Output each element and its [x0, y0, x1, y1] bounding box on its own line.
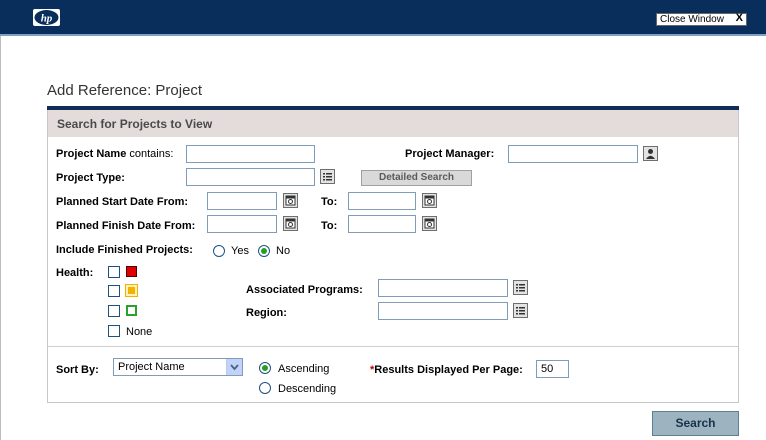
panel-header: Search for Projects to View	[47, 110, 739, 137]
include-finished-yes-radio[interactable]	[213, 245, 225, 257]
project-type-input[interactable]	[186, 168, 315, 186]
calendar-icon[interactable]	[283, 216, 298, 231]
list-icon[interactable]	[513, 280, 528, 295]
health-green-checkbox[interactable]	[108, 305, 120, 317]
calendar-icon[interactable]	[422, 193, 437, 208]
list-icon[interactable]	[513, 303, 528, 318]
include-finished-yes-label: Yes	[231, 245, 249, 257]
planned-finish-from-input[interactable]	[207, 215, 277, 233]
list-icon[interactable]	[320, 169, 335, 184]
planned-start-to-label: To:	[321, 196, 338, 208]
search-button[interactable]: Search	[652, 411, 739, 436]
associated-programs-input[interactable]	[378, 279, 508, 297]
project-name-label-bold: Project Name	[56, 148, 127, 160]
sort-descending-radio[interactable]	[259, 382, 271, 394]
calendar-icon[interactable]	[422, 216, 437, 231]
calendar-icon[interactable]	[283, 193, 298, 208]
hp-logo: hp	[33, 9, 60, 26]
include-finished-label: Include Finished Projects:	[56, 244, 193, 256]
planned-finish-label: Planned Finish Date From:	[56, 220, 196, 232]
sort-by-select[interactable]: Project Name	[113, 358, 243, 376]
results-per-page-text: Results Displayed Per Page:	[374, 364, 523, 376]
health-yellow-swatch	[125, 284, 138, 297]
page-left-border	[0, 36, 1, 440]
sort-by-selected: Project Name	[118, 361, 185, 373]
section-divider	[48, 346, 738, 347]
page-title: Add Reference: Project	[47, 82, 203, 99]
project-manager-label: Project Manager:	[405, 148, 495, 160]
region-label: Region:	[246, 307, 287, 319]
project-manager-input[interactable]	[508, 145, 638, 163]
close-window-button[interactable]: Close Window X	[656, 13, 747, 26]
planned-finish-to-input[interactable]	[348, 215, 416, 233]
close-icon: X	[735, 12, 743, 24]
health-none-checkbox[interactable]	[108, 325, 120, 337]
health-red-swatch	[126, 266, 137, 277]
sort-ascending-radio[interactable]	[259, 362, 271, 374]
include-finished-no-label: No	[276, 245, 291, 257]
health-label: Health:	[56, 267, 94, 279]
user-icon[interactable]	[643, 146, 658, 161]
detailed-search-button[interactable]: Detailed Search	[361, 170, 472, 186]
planned-start-label: Planned Start Date From:	[56, 196, 189, 208]
include-finished-no-radio[interactable]	[258, 245, 270, 257]
svg-text:hp: hp	[41, 13, 53, 25]
project-name-label: Project Name contains:	[56, 148, 173, 160]
health-green-swatch	[126, 305, 137, 316]
project-type-label: Project Type:	[56, 172, 125, 184]
region-input[interactable]	[378, 302, 508, 320]
top-bar-divider	[0, 34, 766, 36]
sort-by-label: Sort By:	[56, 364, 99, 376]
health-yellow-checkbox[interactable]	[108, 285, 120, 297]
health-red-checkbox[interactable]	[108, 266, 120, 278]
planned-finish-to-label: To:	[321, 220, 338, 232]
close-window-label: Close Window	[660, 14, 724, 25]
planned-start-from-input[interactable]	[207, 192, 277, 210]
top-bar	[0, 0, 766, 34]
project-name-label-rest: contains:	[126, 148, 174, 160]
project-name-input[interactable]	[186, 145, 315, 163]
results-per-page-input[interactable]	[536, 360, 569, 378]
sort-descending-label: Descending	[278, 383, 337, 395]
sort-ascending-label: Ascending	[278, 363, 330, 375]
results-per-page-label: *Results Displayed Per Page:	[370, 364, 523, 376]
chevron-down-icon	[226, 359, 242, 375]
health-none-label: None	[126, 326, 153, 338]
associated-programs-label: Associated Programs:	[246, 284, 363, 296]
planned-start-to-input[interactable]	[348, 192, 416, 210]
